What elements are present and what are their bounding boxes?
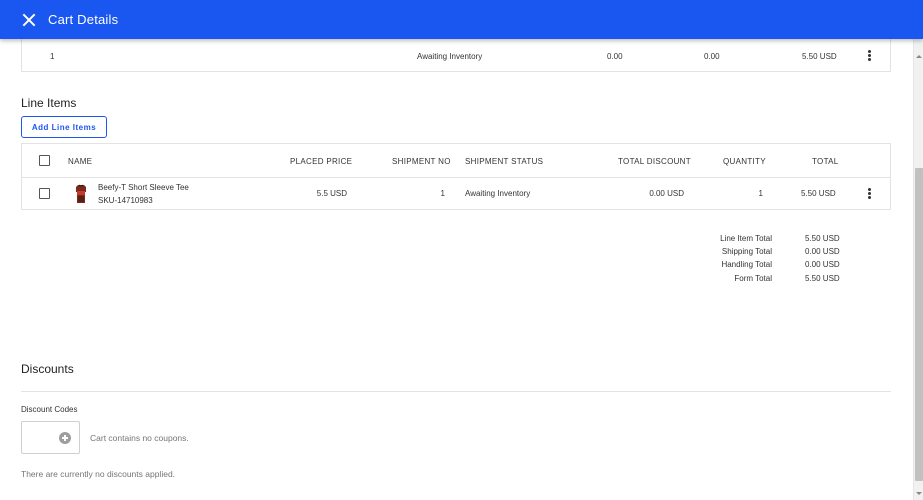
handling-total-value: 0.00 USD [805, 260, 840, 270]
line-items-table: NAME PLACED PRICE SHIPMENT NO SHIPMENT S… [21, 143, 891, 210]
col-placed-price: PLACED PRICE [290, 157, 353, 166]
shipment-no: 1 [440, 189, 445, 198]
add-line-items-button[interactable]: Add Line Items [21, 116, 107, 138]
scroll-down-icon[interactable] [916, 492, 922, 495]
discounts-title: Discounts [21, 362, 74, 376]
coupon-input[interactable] [21, 421, 80, 454]
tshirt-product-image [76, 184, 86, 203]
col-quantity: QUANTITY [723, 157, 766, 166]
shipping-total-value: 0.00 USD [805, 247, 840, 257]
shipment-status: Awaiting Inventory [417, 52, 483, 61]
line-items-title: Line Items [21, 96, 77, 110]
col-total-discount: TOTAL DISCOUNT [618, 157, 691, 166]
discount-codes-label: Discount Codes [21, 405, 78, 414]
line-item-total-value: 5.50 USD [805, 234, 840, 243]
col-total: TOTAL [812, 157, 839, 166]
col-shipment-status: SHIPMENT STATUS [465, 157, 544, 166]
shipment-value-b: 0.00 [704, 52, 720, 61]
col-shipment-no: SHIPMENT NO [392, 157, 451, 166]
main-content: 1 Awaiting Inventory 0.00 0.00 5.50 USD … [0, 39, 913, 500]
shipment-value-a: 0.00 [607, 52, 623, 61]
more-vert-icon[interactable] [868, 188, 871, 199]
product-sku: SKU-14710983 [98, 196, 153, 205]
total-discount: 0.00 USD [649, 189, 684, 198]
no-discounts-text: There are currently no discounts applied… [21, 469, 176, 479]
scroll-thumb[interactable] [915, 168, 923, 481]
row-total: 5.50 USD [801, 189, 836, 198]
totals-labels: Line Item Total Shipping Total Handling … [720, 232, 772, 285]
scroll-up-icon[interactable] [916, 55, 922, 58]
app-bar: Cart Details [0, 0, 923, 39]
divider [21, 391, 891, 392]
row-checkbox[interactable] [39, 188, 50, 199]
form-total-label: Form Total [734, 273, 772, 283]
add-circle-icon[interactable] [59, 432, 71, 444]
totals-values: 5.50 USD 0.00 USD 0.00 USD 5.50 USD [805, 232, 840, 285]
shipment-number: 1 [50, 52, 55, 61]
more-vert-icon[interactable] [868, 50, 871, 61]
form-total-value: 5.50 USD [805, 273, 840, 283]
line-item-total-label: Line Item Total [720, 234, 772, 243]
shipment-total: 5.50 USD [802, 52, 837, 61]
placed-price: 5.5 USD [316, 189, 347, 198]
shipping-total-label: Shipping Total [721, 247, 772, 257]
no-coupons-text: Cart contains no coupons. [90, 433, 189, 443]
product-name[interactable]: Beefy-T Short Sleeve Tee [98, 183, 189, 192]
handling-total-label: Handling Total [721, 260, 772, 270]
select-all-checkbox[interactable] [39, 155, 50, 166]
shipment-row: 1 Awaiting Inventory 0.00 0.00 5.50 USD [21, 39, 891, 72]
page-title: Cart Details [48, 12, 119, 27]
quantity: 1 [758, 189, 763, 198]
scrollbar[interactable] [913, 39, 923, 500]
shipment-status-cell: Awaiting Inventory [465, 189, 531, 198]
col-name: NAME [68, 157, 93, 166]
close-icon[interactable] [22, 13, 36, 27]
table-row[interactable]: Beefy-T Short Sleeve Tee SKU-14710983 5.… [22, 178, 890, 210]
table-header: NAME PLACED PRICE SHIPMENT NO SHIPMENT S… [22, 144, 890, 178]
